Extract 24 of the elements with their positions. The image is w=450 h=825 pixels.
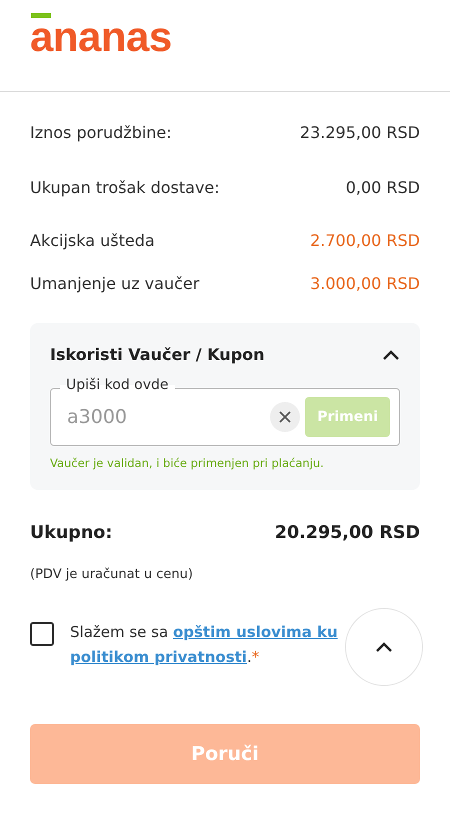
vat-note: (PDV je uračunat u cenu) — [30, 567, 194, 582]
field-value: a3000 — [67, 406, 128, 428]
summary-value: 0,00 RSD — [346, 178, 420, 197]
summary-label: Umanjenje uz vaučer — [30, 274, 200, 293]
validation-message: Vaučer je validan, i biće primenjen pri plaćanju. — [50, 456, 325, 470]
summary-label: Akcijska ušteda — [30, 231, 155, 250]
terms-link[interactable]: opštim uslovima ku — [172, 623, 338, 641]
logo[interactable]: ananas — [30, 8, 172, 57]
field-label: Upiši kod ovde — [60, 377, 175, 393]
total-label: Ukupno: — [30, 523, 112, 543]
clear-button[interactable] — [270, 402, 300, 432]
close-icon — [278, 410, 292, 424]
summary-value: 2.700,00 RSD — [310, 231, 420, 250]
chevron-up-icon — [375, 641, 393, 653]
summary-value: 23.295,00 RSD — [300, 123, 420, 142]
chevron-up-icon[interactable] — [382, 348, 400, 360]
terms-text: Slažem se sa opštim uslovima ku politikom privatnosti.* — [70, 622, 338, 668]
total-value: 20.295,00 RSD — [274, 523, 420, 543]
voucher-title: Iskoristi Vaučer / Kupon — [50, 345, 265, 364]
privacy-link[interactable]: politikom privatnosti — [70, 648, 247, 666]
terms-checkbox[interactable] — [30, 622, 54, 646]
summary-value: 3.000,00 RSD — [310, 274, 420, 293]
summary-label: Ukupan trošak dostave: — [30, 178, 220, 197]
summary-label: Iznos porudžbine: — [30, 123, 172, 142]
